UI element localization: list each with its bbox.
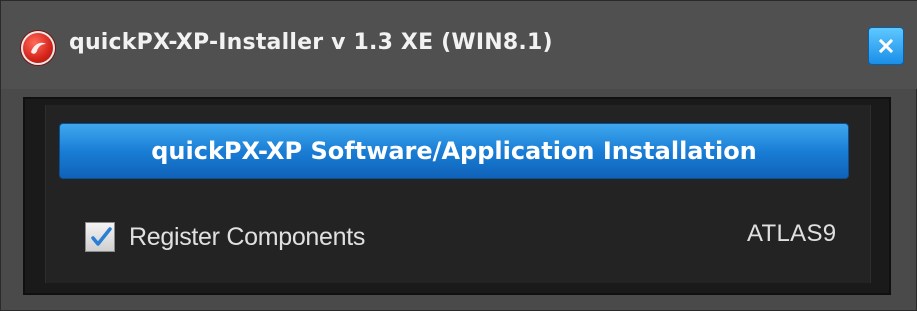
title-bar: quickPX-XP-Installer v 1.3 XE (WIN8.1) xyxy=(1,1,917,89)
window-title: quickPX-XP-Installer v 1.3 XE (WIN8.1) xyxy=(69,30,553,55)
checkmark-icon xyxy=(91,227,112,246)
installer-window: quickPX-XP-Installer v 1.3 XE (WIN8.1) q… xyxy=(0,0,917,311)
register-components-checkbox[interactable] xyxy=(85,222,115,252)
register-components-label[interactable]: Register Components xyxy=(129,223,365,252)
close-button[interactable] xyxy=(868,27,904,65)
build-label: ATLAS9 xyxy=(747,220,837,247)
install-button[interactable]: quickPX-XP Software/Application Installa… xyxy=(59,123,849,179)
close-icon xyxy=(879,39,893,53)
app-logo-icon xyxy=(21,31,55,65)
